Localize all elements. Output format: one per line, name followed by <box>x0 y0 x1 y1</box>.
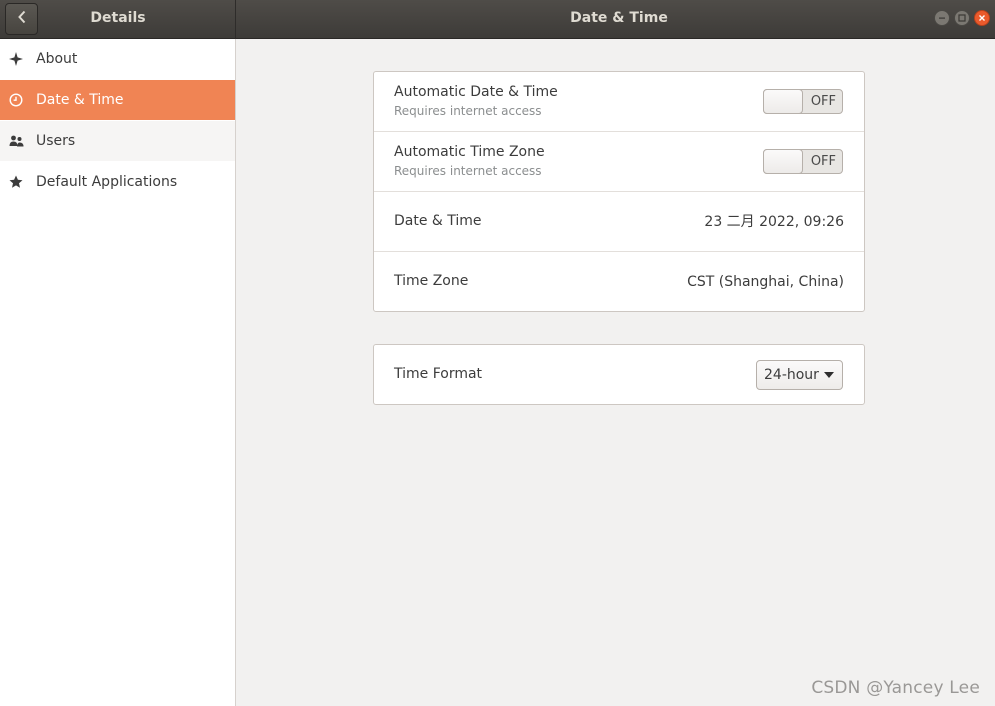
time-format-dropdown[interactable]: 24-hour <box>756 360 843 390</box>
sparkle-icon <box>8 51 24 67</box>
sidebar: About Date & Time Users Default Applicat… <box>0 39 236 706</box>
auto-time-zone-title: Automatic Time Zone <box>394 144 545 160</box>
auto-date-time-subtitle: Requires internet access <box>394 104 542 118</box>
auto-date-time-row: Automatic Date & Time Requires internet … <box>374 72 864 132</box>
sidebar-item-users[interactable]: Users <box>0 121 235 162</box>
date-time-value: 23 二月 2022, 09:26 <box>704 214 844 230</box>
switch-knob <box>763 89 803 114</box>
users-icon <box>8 133 24 149</box>
star-icon <box>8 174 24 190</box>
time-zone-row[interactable]: Time Zone CST (Shanghai, China) <box>374 252 864 312</box>
auto-time-zone-subtitle: Requires internet access <box>394 164 542 178</box>
close-button[interactable] <box>974 10 990 26</box>
date-time-title: Date & Time <box>394 213 482 229</box>
auto-time-zone-switch[interactable]: OFF <box>763 149 843 174</box>
sidebar-item-label: About <box>36 51 78 67</box>
sidebar-item-label: Users <box>36 133 76 149</box>
time-format-title: Time Format <box>394 366 483 382</box>
sidebar-header: Details <box>0 0 236 39</box>
maximize-button[interactable] <box>954 10 970 26</box>
sidebar-item-date-time[interactable]: Date & Time <box>0 80 235 121</box>
chevron-down-icon <box>824 372 834 378</box>
watermark: CSDN @Yancey Lee <box>811 678 980 698</box>
date-time-row[interactable]: Date & Time 23 二月 2022, 09:26 <box>374 192 864 252</box>
clock-icon <box>8 92 24 108</box>
sidebar-item-about[interactable]: About <box>0 39 235 80</box>
minimize-icon <box>939 17 945 19</box>
switch-knob <box>763 149 803 174</box>
minimize-button[interactable] <box>934 10 950 26</box>
header-bar: Details Date & Time <box>0 0 995 39</box>
time-format-row: Time Format 24-hour <box>374 345 864 405</box>
sidebar-item-default-applications[interactable]: Default Applications <box>0 162 235 203</box>
time-format-selected: 24-hour <box>764 367 819 383</box>
time-zone-value: CST (Shanghai, China) <box>687 274 844 290</box>
sidebar-item-label: Date & Time <box>36 92 124 108</box>
auto-time-zone-row: Automatic Time Zone Requires internet ac… <box>374 132 864 192</box>
auto-date-time-title: Automatic Date & Time <box>394 84 558 100</box>
close-icon <box>979 15 985 21</box>
sidebar-item-label: Default Applications <box>36 174 178 190</box>
back-button[interactable] <box>5 3 38 35</box>
auto-date-time-switch[interactable]: OFF <box>763 89 843 114</box>
page-title: Date & Time <box>570 10 668 26</box>
switch-state: OFF <box>810 154 836 169</box>
date-time-settings-panel: Automatic Date & Time Requires internet … <box>373 71 865 312</box>
maximize-icon <box>958 14 966 22</box>
time-format-panel: Time Format 24-hour <box>373 344 865 405</box>
switch-state: OFF <box>810 94 836 109</box>
time-zone-title: Time Zone <box>394 273 469 289</box>
chevron-left-icon <box>17 10 27 28</box>
window-controls <box>934 10 990 26</box>
